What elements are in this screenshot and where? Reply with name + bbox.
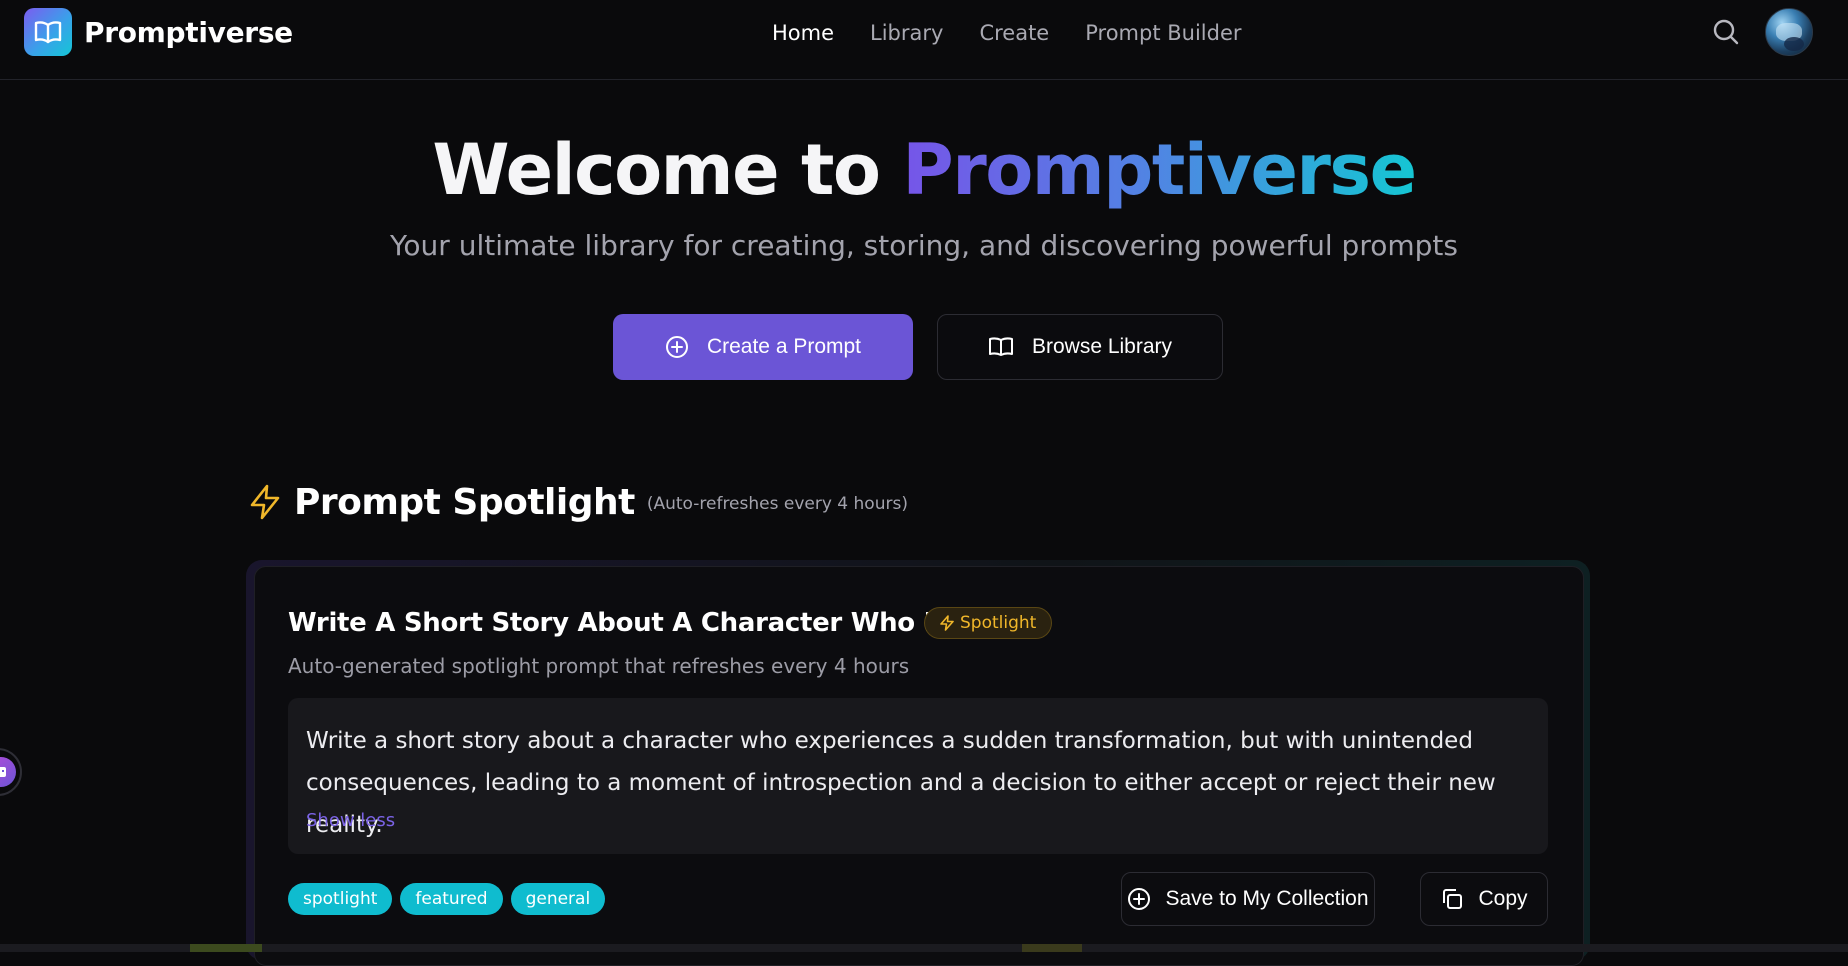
book-open-icon bbox=[988, 337, 1013, 356]
prompt-tags: spotlight featured general bbox=[288, 883, 606, 915]
bottom-scroll-strip bbox=[0, 944, 1848, 952]
search-icon[interactable] bbox=[1711, 17, 1741, 47]
floating-assistant-button[interactable] bbox=[0, 748, 22, 796]
nav-library[interactable]: Library bbox=[870, 21, 943, 45]
prompt-title: Write A Short Story About A Character Wh… bbox=[288, 608, 1031, 638]
bot-icon bbox=[0, 757, 16, 787]
book-open-icon bbox=[24, 8, 72, 56]
copy-icon bbox=[1443, 889, 1463, 909]
hero-title-accent: Promptiverse bbox=[902, 129, 1417, 211]
brand-link[interactable]: Promptiverse bbox=[24, 8, 293, 56]
lightning-icon bbox=[940, 615, 954, 631]
tag-spotlight[interactable]: spotlight bbox=[288, 883, 393, 915]
main-nav: Home Library Create Prompt Builder bbox=[772, 20, 1242, 46]
lightning-icon bbox=[250, 484, 280, 520]
hero-subtitle: Your ultimate library for creating, stor… bbox=[390, 229, 1458, 262]
plus-circle-icon bbox=[1128, 888, 1151, 910]
show-less-link[interactable]: Show less bbox=[306, 810, 395, 831]
spotlight-badge: Spotlight bbox=[924, 607, 1053, 639]
spotlight-title: Prompt Spotlight bbox=[294, 481, 635, 523]
top-navbar: Promptiverse Home Library Create Prompt … bbox=[0, 0, 1848, 80]
bottom-strip-segment bbox=[190, 944, 262, 952]
bottom-strip-segment bbox=[1022, 944, 1082, 952]
browse-library-button[interactable]: Browse Library bbox=[937, 314, 1223, 380]
create-prompt-label: Create a Prompt bbox=[706, 335, 862, 358]
copy-button[interactable]: Copy bbox=[1420, 872, 1548, 926]
tag-featured[interactable]: featured bbox=[400, 883, 503, 915]
save-to-collection-button[interactable]: Save to My Collection bbox=[1121, 872, 1375, 926]
copy-label: Copy bbox=[1478, 887, 1528, 910]
spotlight-refresh-note: (Auto-refreshes every 4 hours) bbox=[646, 494, 908, 514]
tag-general[interactable]: general bbox=[510, 883, 606, 915]
spotlight-badge-label: Spotlight bbox=[960, 613, 1037, 633]
browse-library-label: Browse Library bbox=[1031, 335, 1173, 358]
nav-create[interactable]: Create bbox=[979, 21, 1049, 45]
brand-name: Promptiverse bbox=[84, 15, 293, 49]
hero-title: Welcome to Promptiverse bbox=[0, 128, 1848, 212]
spotlight-heading: Prompt Spotlight (Auto-refreshes every 4… bbox=[248, 480, 908, 524]
hero-title-prefix: Welcome to bbox=[432, 129, 903, 211]
nav-prompt-builder[interactable]: Prompt Builder bbox=[1085, 21, 1241, 45]
save-to-collection-label: Save to My Collection bbox=[1165, 887, 1369, 910]
nav-home[interactable]: Home bbox=[772, 21, 834, 45]
prompt-description: Auto-generated spotlight prompt that ref… bbox=[288, 654, 910, 678]
user-avatar[interactable] bbox=[1765, 8, 1813, 56]
prompt-text: Write a short story about a character wh… bbox=[306, 728, 1496, 838]
create-prompt-button[interactable]: Create a Prompt bbox=[613, 314, 913, 380]
plus-circle-icon bbox=[665, 336, 688, 358]
